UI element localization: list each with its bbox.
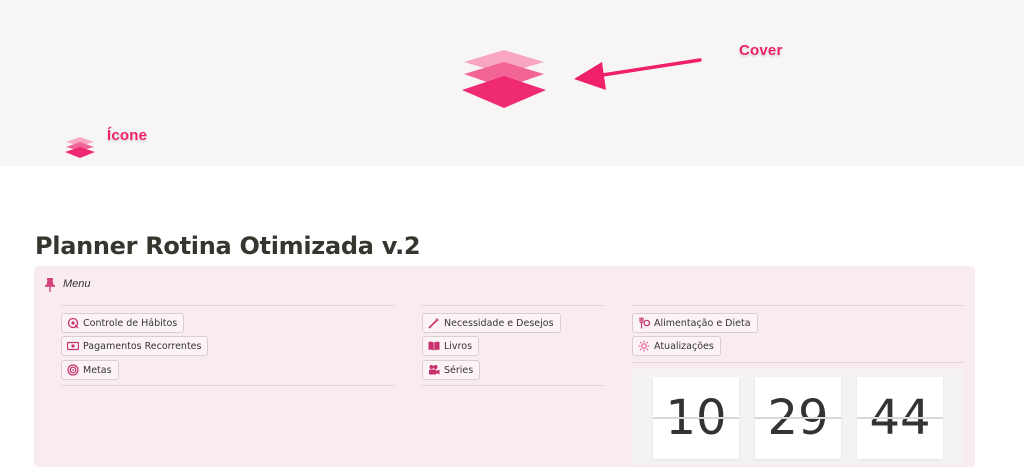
atualizacoes-button[interactable]: Atualizações	[632, 336, 721, 356]
column-divider	[632, 362, 964, 363]
necessidade-e-desejos-button[interactable]: Necessidade e Desejos	[422, 313, 561, 333]
book-icon	[428, 340, 440, 352]
money-icon	[67, 340, 79, 352]
arrow-annotation-icon	[574, 58, 702, 90]
button-label: Alimentação e Dieta	[654, 317, 751, 329]
page-cover[interactable]: Cover Ícone	[0, 0, 1024, 166]
flip-clock-widget: 10 29 44	[632, 369, 964, 465]
utensils-icon	[638, 317, 650, 329]
controle-de-habitos-button[interactable]: Controle de Hábitos	[61, 313, 185, 333]
pin-icon	[45, 278, 55, 292]
column-divider	[61, 305, 394, 306]
page-icon[interactable]	[65, 137, 95, 159]
layers-logo-icon	[462, 50, 546, 108]
alimentacao-e-dieta-button[interactable]: Alimentação e Dieta	[632, 313, 758, 333]
button-label: Necessidade e Desejos	[444, 317, 554, 329]
goal-icon	[67, 364, 79, 376]
button-label: Livros	[444, 340, 473, 352]
button-label: Pagamentos Recorrentes	[83, 340, 202, 352]
callout-title: Menu	[63, 278, 91, 290]
column-divider	[61, 385, 394, 386]
column-divider	[422, 385, 604, 386]
column-divider	[422, 305, 604, 306]
sparkle-icon	[638, 340, 650, 352]
clock-minutes: 29	[755, 377, 841, 459]
button-label: Séries	[444, 364, 474, 376]
magic-wand-icon	[428, 317, 440, 329]
metas-button[interactable]: Metas	[61, 360, 119, 380]
clock-hours: 10	[653, 377, 739, 459]
icon-annotation: Ícone	[107, 127, 148, 144]
livros-button[interactable]: Livros	[422, 336, 480, 356]
cover-annotation: Cover	[739, 42, 783, 59]
column-divider	[632, 305, 964, 306]
series-button[interactable]: Séries	[422, 360, 481, 380]
button-label: Atualizações	[654, 340, 714, 352]
button-label: Controle de Hábitos	[83, 317, 178, 329]
button-label: Metas	[83, 364, 112, 376]
pagamentos-recorrentes-button[interactable]: Pagamentos Recorrentes	[61, 336, 209, 356]
habit-target-icon	[67, 317, 79, 329]
menu-callout: Menu Controle de Hábitos Pagamentos Reco…	[34, 266, 975, 467]
film-icon	[428, 364, 440, 376]
page-title[interactable]: Planner Rotina Otimizada v.2	[35, 232, 421, 260]
clock-seconds: 44	[857, 377, 943, 459]
